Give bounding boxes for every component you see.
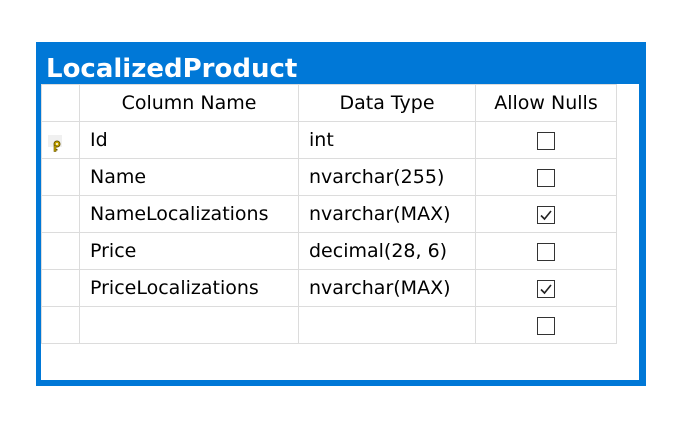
row-selector-header xyxy=(41,84,80,122)
allow-nulls-header[interactable]: Allow Nulls xyxy=(475,84,617,122)
column-name-cell[interactable]: Name xyxy=(79,158,299,196)
row-selector[interactable] xyxy=(41,269,80,307)
table-title[interactable]: LocalizedProduct xyxy=(46,54,297,84)
row-selector[interactable] xyxy=(41,158,80,196)
allow-nulls-cell xyxy=(475,306,617,344)
column-name-cell[interactable]: Price xyxy=(79,232,299,270)
allow-nulls-checkbox[interactable] xyxy=(537,279,555,298)
data-type-cell[interactable]: int xyxy=(298,121,476,159)
table-row[interactable] xyxy=(41,306,617,344)
column-name-cell[interactable]: NameLocalizations xyxy=(79,195,299,233)
table-design-panel: Column Name Data Type Allow Nulls Id int N… xyxy=(41,84,639,380)
row-selector[interactable] xyxy=(41,195,80,233)
header-row: Column Name Data Type Allow Nulls xyxy=(41,84,617,122)
allow-nulls-checkbox[interactable] xyxy=(537,242,555,261)
table-row[interactable]: Name nvarchar(255) xyxy=(41,158,617,196)
table-row[interactable]: Id int xyxy=(41,121,617,159)
table-row[interactable]: NameLocalizations nvarchar(MAX) xyxy=(41,195,617,233)
data-type-cell[interactable]: nvarchar(255) xyxy=(298,158,476,196)
data-type-cell[interactable]: nvarchar(MAX) xyxy=(298,195,476,233)
data-type-header[interactable]: Data Type xyxy=(298,84,476,122)
allow-nulls-cell xyxy=(475,121,617,159)
table-row[interactable]: Price decimal(28, 6) xyxy=(41,232,617,270)
row-selector[interactable] xyxy=(41,121,80,159)
data-type-cell[interactable]: nvarchar(MAX) xyxy=(298,269,476,307)
key-icon xyxy=(48,135,62,152)
data-type-cell[interactable]: decimal(28, 6) xyxy=(298,232,476,270)
column-name-header[interactable]: Column Name xyxy=(79,84,299,122)
row-selector[interactable] xyxy=(41,232,80,270)
allow-nulls-checkbox[interactable] xyxy=(537,131,555,150)
column-name-cell[interactable]: Id xyxy=(79,121,299,159)
column-name-cell[interactable]: PriceLocalizations xyxy=(79,269,299,307)
allow-nulls-checkbox[interactable] xyxy=(537,168,555,187)
data-type-cell[interactable] xyxy=(298,306,476,344)
allow-nulls-checkbox[interactable] xyxy=(537,316,555,335)
allow-nulls-cell xyxy=(475,195,617,233)
column-name-cell[interactable] xyxy=(79,306,299,344)
table-designer-window: LocalizedProduct Column Name Data Type A… xyxy=(36,42,646,386)
allow-nulls-cell xyxy=(475,269,617,307)
allow-nulls-checkbox[interactable] xyxy=(537,205,555,224)
row-selector[interactable] xyxy=(41,306,80,344)
table-row[interactable]: PriceLocalizations nvarchar(MAX) xyxy=(41,269,617,307)
columns-grid: Column Name Data Type Allow Nulls Id int N… xyxy=(41,84,617,344)
allow-nulls-cell xyxy=(475,158,617,196)
allow-nulls-cell xyxy=(475,232,617,270)
